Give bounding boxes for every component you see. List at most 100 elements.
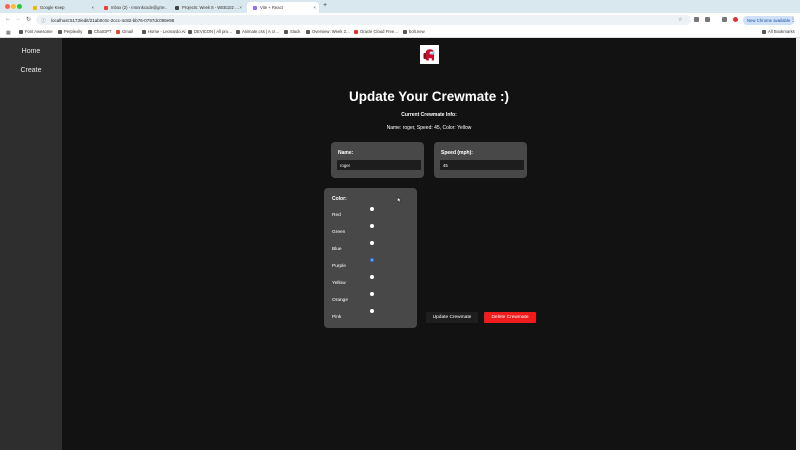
browser-tab[interactable]: Inbox (2) - mnnnkcode@gm… × <box>98 2 168 13</box>
bookmark-item[interactable]: Animate.css | A cr… <box>236 29 279 34</box>
bookmark-item[interactable]: Slack <box>284 29 300 34</box>
color-radio-purple[interactable] <box>370 258 374 262</box>
maximize-window-icon[interactable] <box>17 4 22 9</box>
sidebar: Home Create <box>0 38 62 450</box>
bookmark-item[interactable]: Perplexity <box>58 29 82 34</box>
update-crewmate-button[interactable]: Update Crewmate <box>426 312 478 323</box>
browser-menu-icon[interactable]: ⋮ <box>790 16 796 23</box>
current-info-text: Name: roger, Speed: 45, Color: Yellow <box>386 125 472 131</box>
bookmark-favicon-icon <box>116 29 120 34</box>
new-chrome-available-button[interactable]: New Chrome available <box>743 15 795 25</box>
bookmark-item[interactable]: bolt.new <box>403 29 425 34</box>
bookmark-favicon-icon <box>306 29 310 34</box>
color-option-label: Green <box>332 230 346 235</box>
close-tab-icon[interactable]: × <box>239 5 242 10</box>
color-radio-green[interactable] <box>370 224 374 228</box>
sidebar-link-create[interactable]: Create <box>0 67 62 74</box>
bookmark-label: Animate.css | A cr… <box>242 29 280 34</box>
apps-grid-icon[interactable]: ▦ <box>6 30 11 36</box>
bookmark-favicon-icon <box>188 29 192 34</box>
url-field[interactable]: ⓘ localhost:5173/edit/21ab0c0c-2ccc-4c82… <box>36 15 691 25</box>
name-label: Name: <box>338 150 354 156</box>
color-card: Color: Red Green Blue Purple Yellow Oran… <box>324 188 417 328</box>
bookmark-item[interactable]: Home - Leonardo.Ai <box>142 29 185 34</box>
color-label: Color: <box>332 196 347 202</box>
color-option-label: Purple <box>332 264 346 269</box>
tab-label: Inbox (2) - mnnnkcode@gm… <box>111 5 168 10</box>
close-window-icon[interactable] <box>5 4 10 9</box>
new-chrome-label: New Chrome available <box>747 17 791 23</box>
bookmark-item[interactable]: Overview: Week 2… <box>306 29 350 34</box>
color-option-label: Orange <box>332 298 348 303</box>
bookmark-label: bolt.new <box>409 29 425 34</box>
bookmark-favicon-icon <box>142 29 146 34</box>
name-card: Name: <box>331 142 424 178</box>
bookmark-label: Home - Leonardo.Ai <box>148 29 186 34</box>
bookmark-item[interactable]: Gmail <box>116 29 133 34</box>
site-info-icon[interactable]: ⓘ <box>41 18 46 23</box>
speed-label: Speed (mph): <box>441 150 473 156</box>
bookmark-label: DEVICON | All pro… <box>194 29 233 34</box>
profile-avatar-icon[interactable] <box>733 17 738 22</box>
name-input[interactable] <box>337 160 421 170</box>
bookmark-favicon-icon <box>58 29 62 34</box>
bookmark-favicon-icon <box>88 29 92 34</box>
codepath-icon <box>175 5 179 10</box>
color-option-label: Yellow <box>332 281 346 286</box>
crewmate-logo <box>420 45 439 64</box>
browser-tab-active[interactable]: Vite + React × <box>247 2 319 13</box>
download-icon[interactable] <box>722 17 727 22</box>
page-title: Update Your Crewmate :) <box>348 89 510 104</box>
bookmark-label: Gmail <box>122 29 133 34</box>
all-bookmarks-item[interactable]: All Bookmarks <box>762 29 795 34</box>
bookmark-label: All Bookmarks <box>768 29 795 34</box>
bookmark-label: Font Awesome <box>25 29 53 34</box>
bookmark-favicon-icon <box>403 29 407 34</box>
bookmark-label: Perplexity <box>64 29 83 34</box>
browser-tab[interactable]: Projects: Week 8 - WEB102 … × <box>169 2 245 13</box>
bookmark-favicon-icon <box>19 29 23 34</box>
minimize-window-icon[interactable] <box>11 4 16 9</box>
bookmark-star-icon[interactable]: ☆ <box>678 17 682 23</box>
color-radio-pink[interactable] <box>370 309 374 313</box>
bookmark-label: Oracle Cloud Free… <box>360 29 399 34</box>
bookmark-favicon-icon <box>236 29 240 34</box>
tab-label: Google Keep <box>40 5 65 10</box>
bookmark-item[interactable]: Font Awesome <box>19 29 53 34</box>
mouse-cursor-icon <box>397 197 402 203</box>
new-tab-icon[interactable]: + <box>323 2 327 9</box>
color-radio-yellow[interactable] <box>370 275 374 279</box>
bookmark-item[interactable]: DEVICON | All pro… <box>188 29 232 34</box>
vite-icon <box>253 5 257 10</box>
color-option-label: Blue <box>332 247 342 252</box>
bookmark-label: Slack <box>290 29 301 34</box>
forward-icon[interactable]: → <box>15 16 21 22</box>
speed-card: Speed (mph): <box>434 142 527 178</box>
close-tab-icon[interactable]: × <box>162 5 165 10</box>
color-radio-blue[interactable] <box>370 241 374 245</box>
url-text: localhost:5173/edit/21ab0c0c-2ccc-4c82-b… <box>51 17 175 23</box>
bookmark-item[interactable]: ChatGPT <box>88 29 111 34</box>
close-tab-icon[interactable]: × <box>91 5 94 10</box>
bookmark-favicon-icon <box>354 29 358 34</box>
browser-tab[interactable]: Google Keep × <box>27 2 97 13</box>
bookmarks-bar: ▦ Font Awesome Perplexity ChatGPT Gmail … <box>0 27 800 38</box>
reload-icon[interactable]: ↻ <box>26 16 31 23</box>
color-radio-red[interactable] <box>370 207 374 211</box>
gmail-icon <box>104 5 108 10</box>
speed-input[interactable] <box>440 160 524 170</box>
delete-crewmate-button[interactable]: Delete Crewmate <box>484 312 536 323</box>
bookmark-item[interactable]: Oracle Cloud Free… <box>354 29 398 34</box>
tab-label: Projects: Week 8 - WEB102 … <box>182 5 240 10</box>
back-icon[interactable]: ← <box>5 16 11 22</box>
scrollbar[interactable] <box>796 38 800 450</box>
extension-icon[interactable] <box>694 17 699 22</box>
color-option-label: Red <box>332 213 341 218</box>
color-radio-orange[interactable] <box>370 292 374 296</box>
close-tab-icon[interactable]: × <box>313 5 316 10</box>
extensions-puzzle-icon[interactable] <box>705 17 710 22</box>
crewmate-icon <box>423 49 435 61</box>
folder-icon <box>762 29 766 34</box>
sidebar-link-home[interactable]: Home <box>0 48 62 55</box>
bookmark-label: Overview: Week 2… <box>312 29 351 34</box>
